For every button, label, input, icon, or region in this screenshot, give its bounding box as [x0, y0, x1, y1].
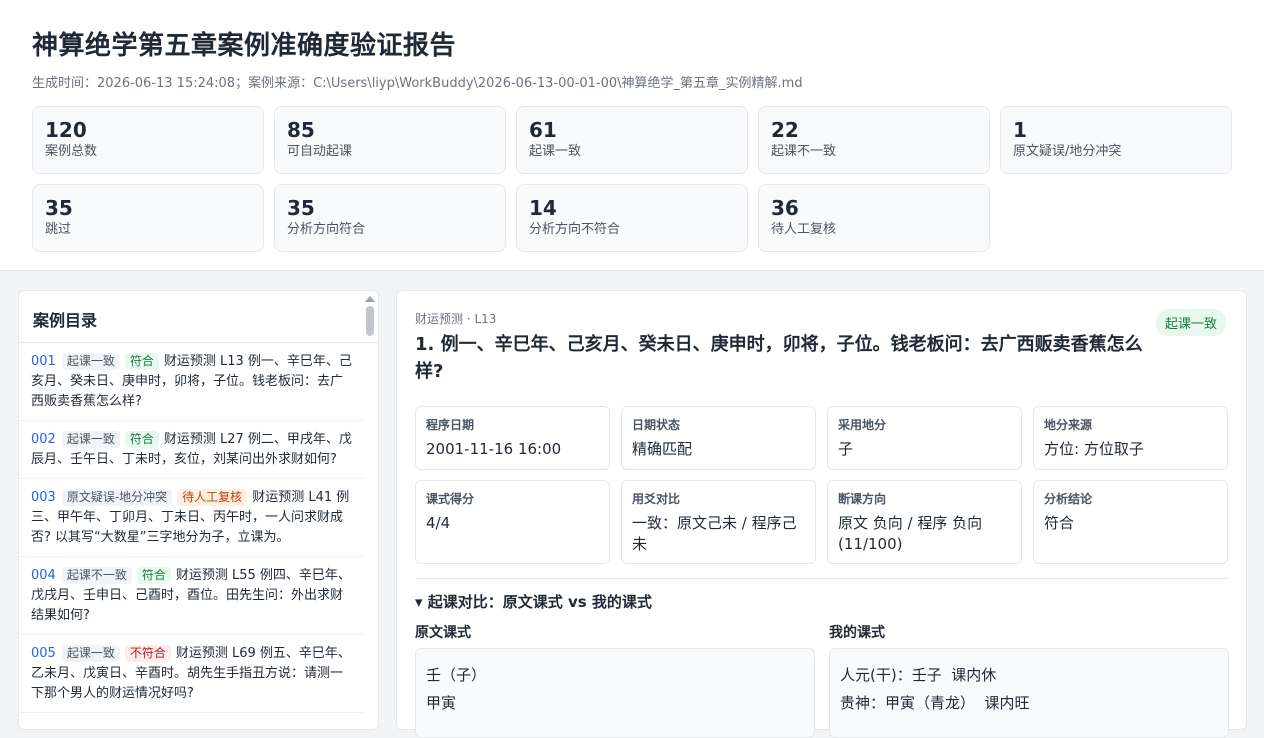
field-value: 符合 — [1044, 514, 1075, 532]
field-value: 子 — [838, 440, 854, 458]
breadcrumb: 财运预测 · L13 — [415, 312, 497, 326]
status-badge: 起课不一致 — [61, 567, 132, 584]
status-badge: 起课一致 — [61, 645, 120, 662]
case-id: 002 — [31, 432, 56, 447]
stat-card-mismatch: 14 分析方向不符合 — [516, 184, 748, 252]
case-id: 001 — [31, 354, 56, 369]
field-dizhi-source: 地分来源 方位: 方位取子 — [1033, 406, 1228, 470]
case-id: 005 — [31, 646, 56, 661]
stat-label: 跳过 — [45, 222, 72, 237]
sidebar-title: 案例目录 — [19, 291, 378, 343]
field-program-date: 程序日期 2001-11-16 16:00 — [415, 406, 610, 470]
compare-toggle[interactable]: ▾ 起课对比：原文课式 vs 我的课式 — [415, 591, 652, 612]
scroll-thumb[interactable] — [366, 306, 374, 336]
mine-label: 我的课式 — [829, 625, 885, 641]
stat-value: 35 — [45, 196, 73, 220]
field-value: 原文 负向 / 程序 负向 (11/100) — [838, 514, 983, 553]
result-badge: 待人工复核 — [177, 489, 248, 506]
field-label: 分析结论 — [1044, 492, 1093, 506]
case-item[interactable]: 002 起课一致 符合 财运预测 L27 例二、甲戌年、戊辰月、壬午日、丁未时，亥位，… — [19, 421, 364, 479]
sidebar-scrollbar[interactable] — [364, 292, 376, 720]
mine-pan: 人元(干)：壬子 课内休 贵神：甲寅（青龙） 课内旺 — [829, 648, 1229, 738]
stat-value: 120 — [45, 118, 87, 142]
case-title: 1. 例一、辛巳年、己亥月、癸未日、庚申时，卯将，子位。钱老板问：去广西贩卖香蕉… — [415, 334, 1143, 382]
status-badge: 起课一致 — [61, 353, 120, 370]
field-value: 一致：原文己未 / 程序己未 — [632, 514, 797, 553]
stat-label: 分析方向符合 — [287, 222, 366, 237]
field-label: 程序日期 — [426, 418, 475, 432]
stat-card-auto: 85 可自动起课 — [274, 106, 506, 174]
case-id: 003 — [31, 490, 56, 505]
case-list: 001 起课一致 符合 财运预测 L13 例一、辛巳年、己亥月、癸未日、庚申时，卯将，… — [19, 343, 364, 713]
stat-value: 14 — [529, 196, 557, 220]
field-value: 4/4 — [426, 514, 451, 532]
stat-label: 案例总数 — [45, 144, 98, 159]
stat-label: 起课一致 — [529, 144, 582, 159]
field-label: 用爻对比 — [632, 492, 681, 506]
stat-card-review: 36 待人工复核 — [758, 184, 990, 252]
stat-value: 1 — [1013, 118, 1027, 142]
divider — [415, 578, 1228, 579]
stat-label: 待人工复核 — [771, 222, 837, 237]
stat-value: 61 — [529, 118, 557, 142]
stat-value: 35 — [287, 196, 315, 220]
original-label: 原文课式 — [415, 625, 471, 641]
case-item[interactable]: 001 起课一致 符合 财运预测 L13 例一、辛巳年、己亥月、癸未日、庚申时，卯将，… — [19, 343, 364, 421]
status-badge: 起课一致 — [61, 431, 120, 448]
pan-line: 壬（子） — [426, 666, 487, 684]
case-item[interactable]: 004 起课不一致 符合 财运预测 L55 例四、辛巳年、戊戌月、壬申日、己酉时，酉位… — [19, 557, 364, 635]
field-direction: 断课方向 原文 负向 / 程序 负向 (11/100) — [827, 480, 1022, 564]
report-header: 神算绝学第五章案例准确度验证报告 生成时间：2026-06-13 15:24:0… — [0, 0, 1264, 271]
stat-card-consistent: 61 起课一致 — [516, 106, 748, 174]
stat-value: 22 — [771, 118, 799, 142]
result-badge: 符合 — [136, 567, 171, 584]
field-value: 方位: 方位取子 — [1044, 440, 1144, 458]
status-badge: 起课一致 — [1155, 309, 1226, 336]
case-detail-panel: 财运预测 · L13 起课一致 1. 例一、辛巳年、己亥月、癸未日、庚申时，卯将… — [396, 290, 1247, 738]
stat-card-conflict: 1 原文疑误/地分冲突 — [1000, 106, 1232, 174]
stat-card-inconsistent: 22 起课不一致 — [758, 106, 990, 174]
pan-line: 甲寅 — [426, 694, 457, 712]
result-badge: 符合 — [124, 353, 159, 370]
field-label: 断课方向 — [838, 492, 887, 506]
result-badge: 不符合 — [124, 645, 171, 662]
stat-value: 36 — [771, 196, 799, 220]
stat-label: 起课不一致 — [771, 144, 837, 159]
pan-line: 人元(干)：壬子 课内休 — [840, 666, 997, 684]
field-date-status: 日期状态 精确匹配 — [621, 406, 816, 470]
case-id: 004 — [31, 568, 56, 583]
field-value: 2001-11-16 16:00 — [426, 440, 562, 458]
result-badge: 符合 — [124, 431, 159, 448]
case-directory: 案例目录 001 起课一致 符合 财运预测 L13 例一、辛巳年、己亥月、癸未日、庚申… — [18, 290, 379, 730]
field-conclusion: 分析结论 符合 — [1033, 480, 1228, 564]
field-yongyao: 用爻对比 一致：原文己未 / 程序己未 — [621, 480, 816, 564]
field-score: 课式得分 4/4 — [415, 480, 610, 564]
stat-label: 原文疑误/地分冲突 — [1013, 144, 1122, 159]
case-item[interactable]: 003 原文疑误-地分冲突 待人工复核 财运预测 L41 例三、甲午年、丁卯月、丁未日… — [19, 479, 364, 557]
status-badge: 原文疑误-地分冲突 — [61, 489, 173, 506]
field-label: 课式得分 — [426, 492, 475, 506]
stat-label: 分析方向不符合 — [529, 222, 621, 237]
field-label: 采用地分 — [838, 418, 887, 432]
pan-line: 贵神：甲寅（青龙） 课内旺 — [840, 694, 1030, 712]
field-label: 日期状态 — [632, 418, 681, 432]
stat-value: 85 — [287, 118, 315, 142]
original-pan: 壬（子） 甲寅 — [415, 648, 815, 738]
stat-card-skipped: 35 跳过 — [32, 184, 264, 252]
field-label: 地分来源 — [1044, 418, 1093, 432]
field-value: 精确匹配 — [632, 440, 693, 458]
stat-card-match: 35 分析方向符合 — [274, 184, 506, 252]
report-meta: 生成时间：2026-06-13 15:24:08；案例来源：C:\Users\l… — [32, 76, 803, 91]
scroll-up-icon[interactable] — [365, 296, 375, 302]
case-item[interactable]: 005 起课一致 不符合 财运预测 L69 例五、辛巳年、乙未月、戊寅日、辛酉时。胡先… — [19, 635, 364, 713]
field-dizhi: 采用地分 子 — [827, 406, 1022, 470]
stat-label: 可自动起课 — [287, 144, 353, 159]
stat-card-total: 120 案例总数 — [32, 106, 264, 174]
page-title: 神算绝学第五章案例准确度验证报告 — [32, 31, 457, 61]
